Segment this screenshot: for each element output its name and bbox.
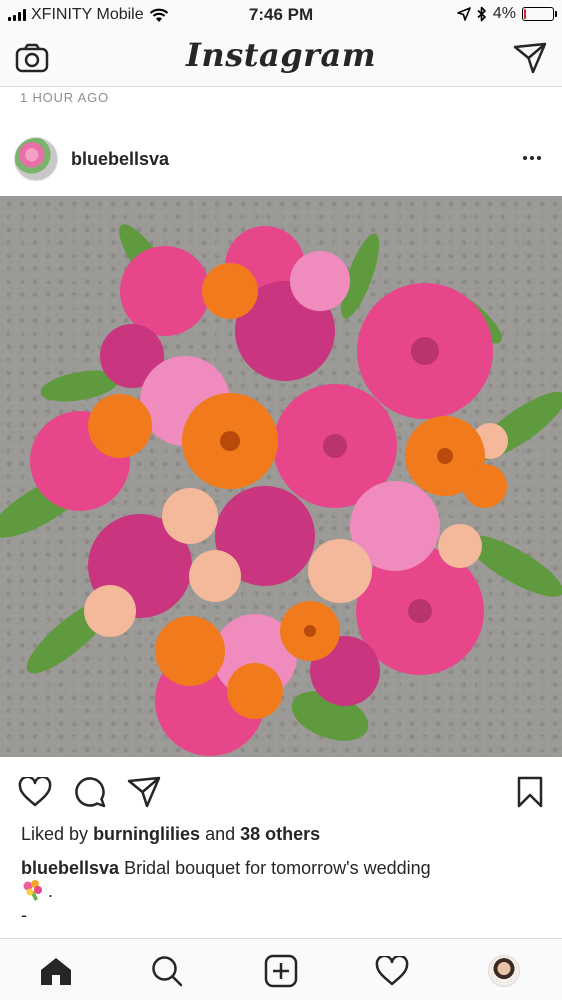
status-bar: XFINITY Mobile 7:46 PM 4% <box>0 0 562 30</box>
more-options-button[interactable] <box>520 146 544 170</box>
tab-new-post[interactable] <box>261 951 301 991</box>
share-icon <box>127 776 161 808</box>
location-arrow-icon <box>457 7 471 21</box>
post-caption: bluebellsva Bridal bouquet for tomorrow'… <box>21 855 541 881</box>
instagram-logo: Instagram <box>185 36 377 74</box>
tab-search[interactable] <box>147 951 187 991</box>
more-options-icon <box>523 156 527 160</box>
battery-level-fill <box>524 9 527 19</box>
direct-message-icon <box>513 42 547 74</box>
share-button[interactable] <box>124 772 164 812</box>
post-author-avatar[interactable] <box>14 137 58 181</box>
post-header: bluebellsva <box>0 124 562 194</box>
profile-avatar <box>488 955 520 987</box>
bottom-tab-bar <box>0 938 562 1000</box>
battery-icon <box>522 7 557 21</box>
post-image[interactable] <box>0 196 562 757</box>
home-icon <box>41 958 71 985</box>
caption-emoji-suffix: . <box>48 880 54 901</box>
app-header: Instagram <box>0 30 562 87</box>
comment-icon <box>75 777 106 808</box>
tab-activity[interactable] <box>372 951 412 991</box>
caption-text: Bridal bouquet for tomorrow's wedding <box>124 858 431 878</box>
direct-messages-button[interactable] <box>512 40 548 76</box>
likes-connector: and <box>205 824 236 844</box>
likes-prefix: Liked by <box>21 824 89 844</box>
others-likes-link[interactable]: 38 others <box>240 824 320 844</box>
bouquet-illustration <box>0 224 562 756</box>
heart-icon <box>18 777 52 807</box>
caption-emoji-line: . <box>21 880 53 902</box>
bookmark-icon <box>517 776 543 808</box>
comment-button[interactable] <box>70 772 110 812</box>
battery-percent: 4% <box>492 5 516 22</box>
tab-profile[interactable] <box>484 951 524 991</box>
new-post-icon <box>264 954 298 988</box>
bluetooth-icon <box>477 6 486 22</box>
search-icon <box>152 956 183 987</box>
status-right: 4% <box>457 5 557 23</box>
post-timestamp: 1 HOUR AGO <box>20 90 109 105</box>
save-button[interactable] <box>510 772 550 812</box>
post-author-username[interactable]: bluebellsva <box>71 149 169 170</box>
caption-username[interactable]: bluebellsva <box>21 858 119 878</box>
first-liker-link[interactable]: burninglilies <box>93 824 200 844</box>
tab-home[interactable] <box>36 951 76 991</box>
likes-summary: Liked by burninglilies and 38 others <box>21 824 320 845</box>
caption-second-line: - <box>21 905 27 925</box>
like-button[interactable] <box>15 772 55 812</box>
post-actions <box>0 768 562 816</box>
bouquet-emoji-icon <box>23 880 42 901</box>
activity-icon <box>375 956 409 986</box>
